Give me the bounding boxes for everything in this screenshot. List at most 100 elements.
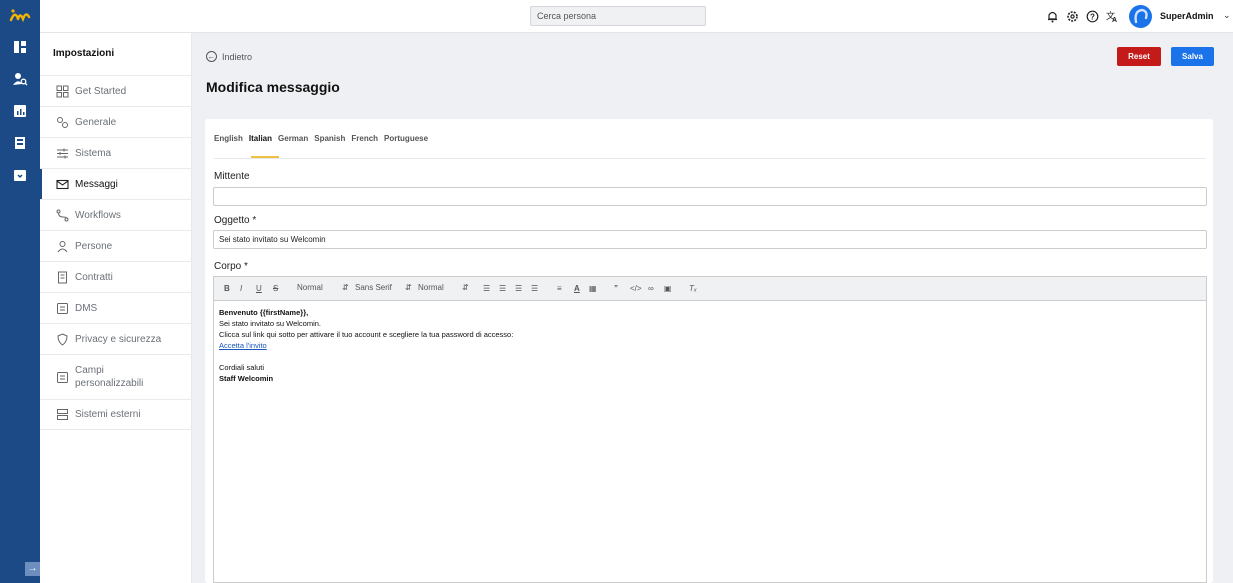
- sender-input[interactable]: [213, 187, 1207, 206]
- sidebar-item-label: DMS: [75, 302, 98, 314]
- sidebar-item-sistema[interactable]: Sistema: [40, 137, 192, 168]
- sidebar-item-sistemi-esterni[interactable]: Sistemi esterni: [40, 399, 192, 430]
- report-icon[interactable]: [12, 103, 28, 119]
- shield-icon: [57, 332, 68, 346]
- sidebar-item-dms[interactable]: DMS: [40, 292, 192, 323]
- avatar-logo-icon: [1134, 8, 1148, 24]
- back-link[interactable]: ← Indietro: [206, 51, 252, 62]
- code-icon[interactable]: </>: [630, 284, 642, 293]
- archive-icon[interactable]: [12, 167, 28, 183]
- sidebar-item-label: Sistemi esterni: [75, 409, 141, 420]
- app-logo[interactable]: [9, 7, 31, 25]
- rich-text-editor[interactable]: B I U S Normal ⇵ Sans Serif ⇵ Normal ⇵ ☰…: [213, 276, 1207, 583]
- image-icon[interactable]: ▣: [664, 284, 672, 293]
- contract-icon: [58, 271, 67, 283]
- align-icon[interactable]: ≡: [557, 284, 562, 293]
- avatar[interactable]: [1129, 5, 1152, 28]
- envelope-icon: [56, 179, 69, 189]
- settings-sidebar: Impostazioni Get Started Generale Sistem…: [40, 33, 192, 583]
- arrow-left-icon: ←: [206, 51, 217, 62]
- help-icon[interactable]: ?: [1086, 10, 1099, 23]
- topbar: Cerca persona ? 文A SuperAdmin ⌄: [40, 0, 1233, 33]
- svg-text:?: ?: [1090, 12, 1095, 21]
- sidebar-item-campi[interactable]: Campi personalizzabili: [40, 354, 192, 399]
- indent-icon[interactable]: ☰: [531, 284, 538, 293]
- sidebar-item-generale[interactable]: Generale: [40, 106, 192, 137]
- tab-portuguese[interactable]: Portuguese: [384, 134, 428, 143]
- underline-icon[interactable]: U: [256, 284, 262, 293]
- chevron-updown-icon: ⇵: [462, 283, 469, 292]
- grid-icon: [56, 85, 69, 98]
- font-select[interactable]: Sans Serif: [355, 283, 392, 292]
- body-label: Corpo *: [214, 261, 248, 272]
- sidebar-item-label: Messaggi: [75, 178, 118, 190]
- search-input[interactable]: Cerca persona: [530, 6, 706, 26]
- translate-icon[interactable]: 文A: [1106, 10, 1119, 23]
- ordered-list-icon[interactable]: ☰: [483, 284, 490, 293]
- building-icon[interactable]: [12, 135, 28, 151]
- heading-select[interactable]: Normal: [297, 283, 323, 292]
- people-search-icon[interactable]: [12, 71, 28, 87]
- background-color-icon[interactable]: ▦: [589, 284, 597, 293]
- sidebar-item-label: Campi personalizzabili: [75, 365, 144, 389]
- chevron-updown-icon: ⇵: [405, 283, 412, 292]
- subject-label: Oggetto *: [214, 215, 257, 226]
- invite-link[interactable]: Accetta l'invito: [219, 340, 1201, 351]
- username-label[interactable]: SuperAdmin: [1160, 11, 1214, 21]
- body-line: Clicca sul link qui sotto per attivare i…: [219, 330, 514, 339]
- sliders-icon: [57, 148, 68, 158]
- bell-icon[interactable]: [1046, 10, 1059, 23]
- sidebar-item-label: Sistema: [75, 147, 112, 159]
- bullet-list-icon[interactable]: ☰: [499, 284, 506, 293]
- italic-icon[interactable]: I: [240, 284, 242, 293]
- tab-spanish[interactable]: Spanish: [314, 134, 345, 143]
- size-select[interactable]: Normal: [418, 283, 444, 292]
- text-color-icon[interactable]: A: [574, 284, 580, 293]
- tab-italian[interactable]: Italian: [249, 134, 272, 143]
- sidebar-item-privacy[interactable]: Privacy e sicurezza: [40, 323, 192, 354]
- sidebar-item-label: Get Started: [75, 86, 127, 97]
- greeting-line: Benvenuto {{firstName}},: [219, 308, 309, 317]
- strikethrough-icon[interactable]: S: [273, 284, 278, 293]
- workflow-icon: [56, 209, 69, 221]
- reset-button[interactable]: Reset: [1117, 47, 1161, 66]
- bold-icon[interactable]: B: [224, 284, 230, 293]
- sidebar-item-label: Workflows: [75, 209, 121, 221]
- closing-line: Cordiali saluti: [219, 363, 265, 372]
- app-rail: →: [0, 0, 40, 583]
- link-icon[interactable]: ∞: [648, 284, 654, 293]
- save-button[interactable]: Salva: [1171, 47, 1214, 66]
- sidebar-item-label: Generale: [75, 116, 117, 128]
- document-icon: [57, 371, 68, 383]
- sidebar-item-workflows[interactable]: Workflows: [40, 199, 192, 230]
- tab-german[interactable]: German: [278, 134, 308, 143]
- subject-input[interactable]: Sei stato invitato su Welcomin: [213, 230, 1207, 249]
- sidebar-item-label: Persone: [75, 240, 113, 252]
- sidebar-item-messaggi[interactable]: Messaggi: [40, 168, 192, 199]
- gear-icon[interactable]: [1066, 10, 1079, 23]
- outdent-icon[interactable]: ☰: [515, 284, 522, 293]
- expand-rail-button[interactable]: →: [25, 562, 40, 576]
- tab-french[interactable]: French: [351, 134, 378, 143]
- active-tab-indicator: [251, 156, 279, 158]
- sidebar-item-contratti[interactable]: Contratti: [40, 261, 192, 292]
- message-editor-card: English Italian German Spanish French Po…: [205, 119, 1213, 583]
- svg-text:A: A: [1112, 17, 1117, 23]
- page-title: Modifica messaggio: [206, 79, 340, 95]
- editor-toolbar: B I U S Normal ⇵ Sans Serif ⇵ Normal ⇵ ☰…: [214, 277, 1206, 301]
- dashboard-icon[interactable]: [12, 39, 28, 55]
- sidebar-title: Impostazioni: [53, 48, 115, 59]
- blockquote-icon[interactable]: ”: [614, 284, 618, 293]
- document-icon: [57, 302, 68, 314]
- sidebar-item-persone[interactable]: Persone: [40, 230, 192, 261]
- sidebar-item-label: Contratti: [75, 271, 113, 283]
- editor-content[interactable]: Benvenuto {{firstName}}, Sei stato invit…: [214, 301, 1206, 390]
- tabs-divider: [214, 158, 1206, 159]
- body-line: Sei stato invitato su Welcomin.: [219, 319, 321, 328]
- chevron-down-icon[interactable]: ⌄: [1223, 10, 1231, 21]
- clear-format-icon[interactable]: Tₓ: [689, 284, 697, 293]
- sidebar-item-get-started[interactable]: Get Started: [40, 75, 192, 107]
- tab-english[interactable]: English: [214, 134, 243, 143]
- back-label: Indietro: [222, 51, 253, 62]
